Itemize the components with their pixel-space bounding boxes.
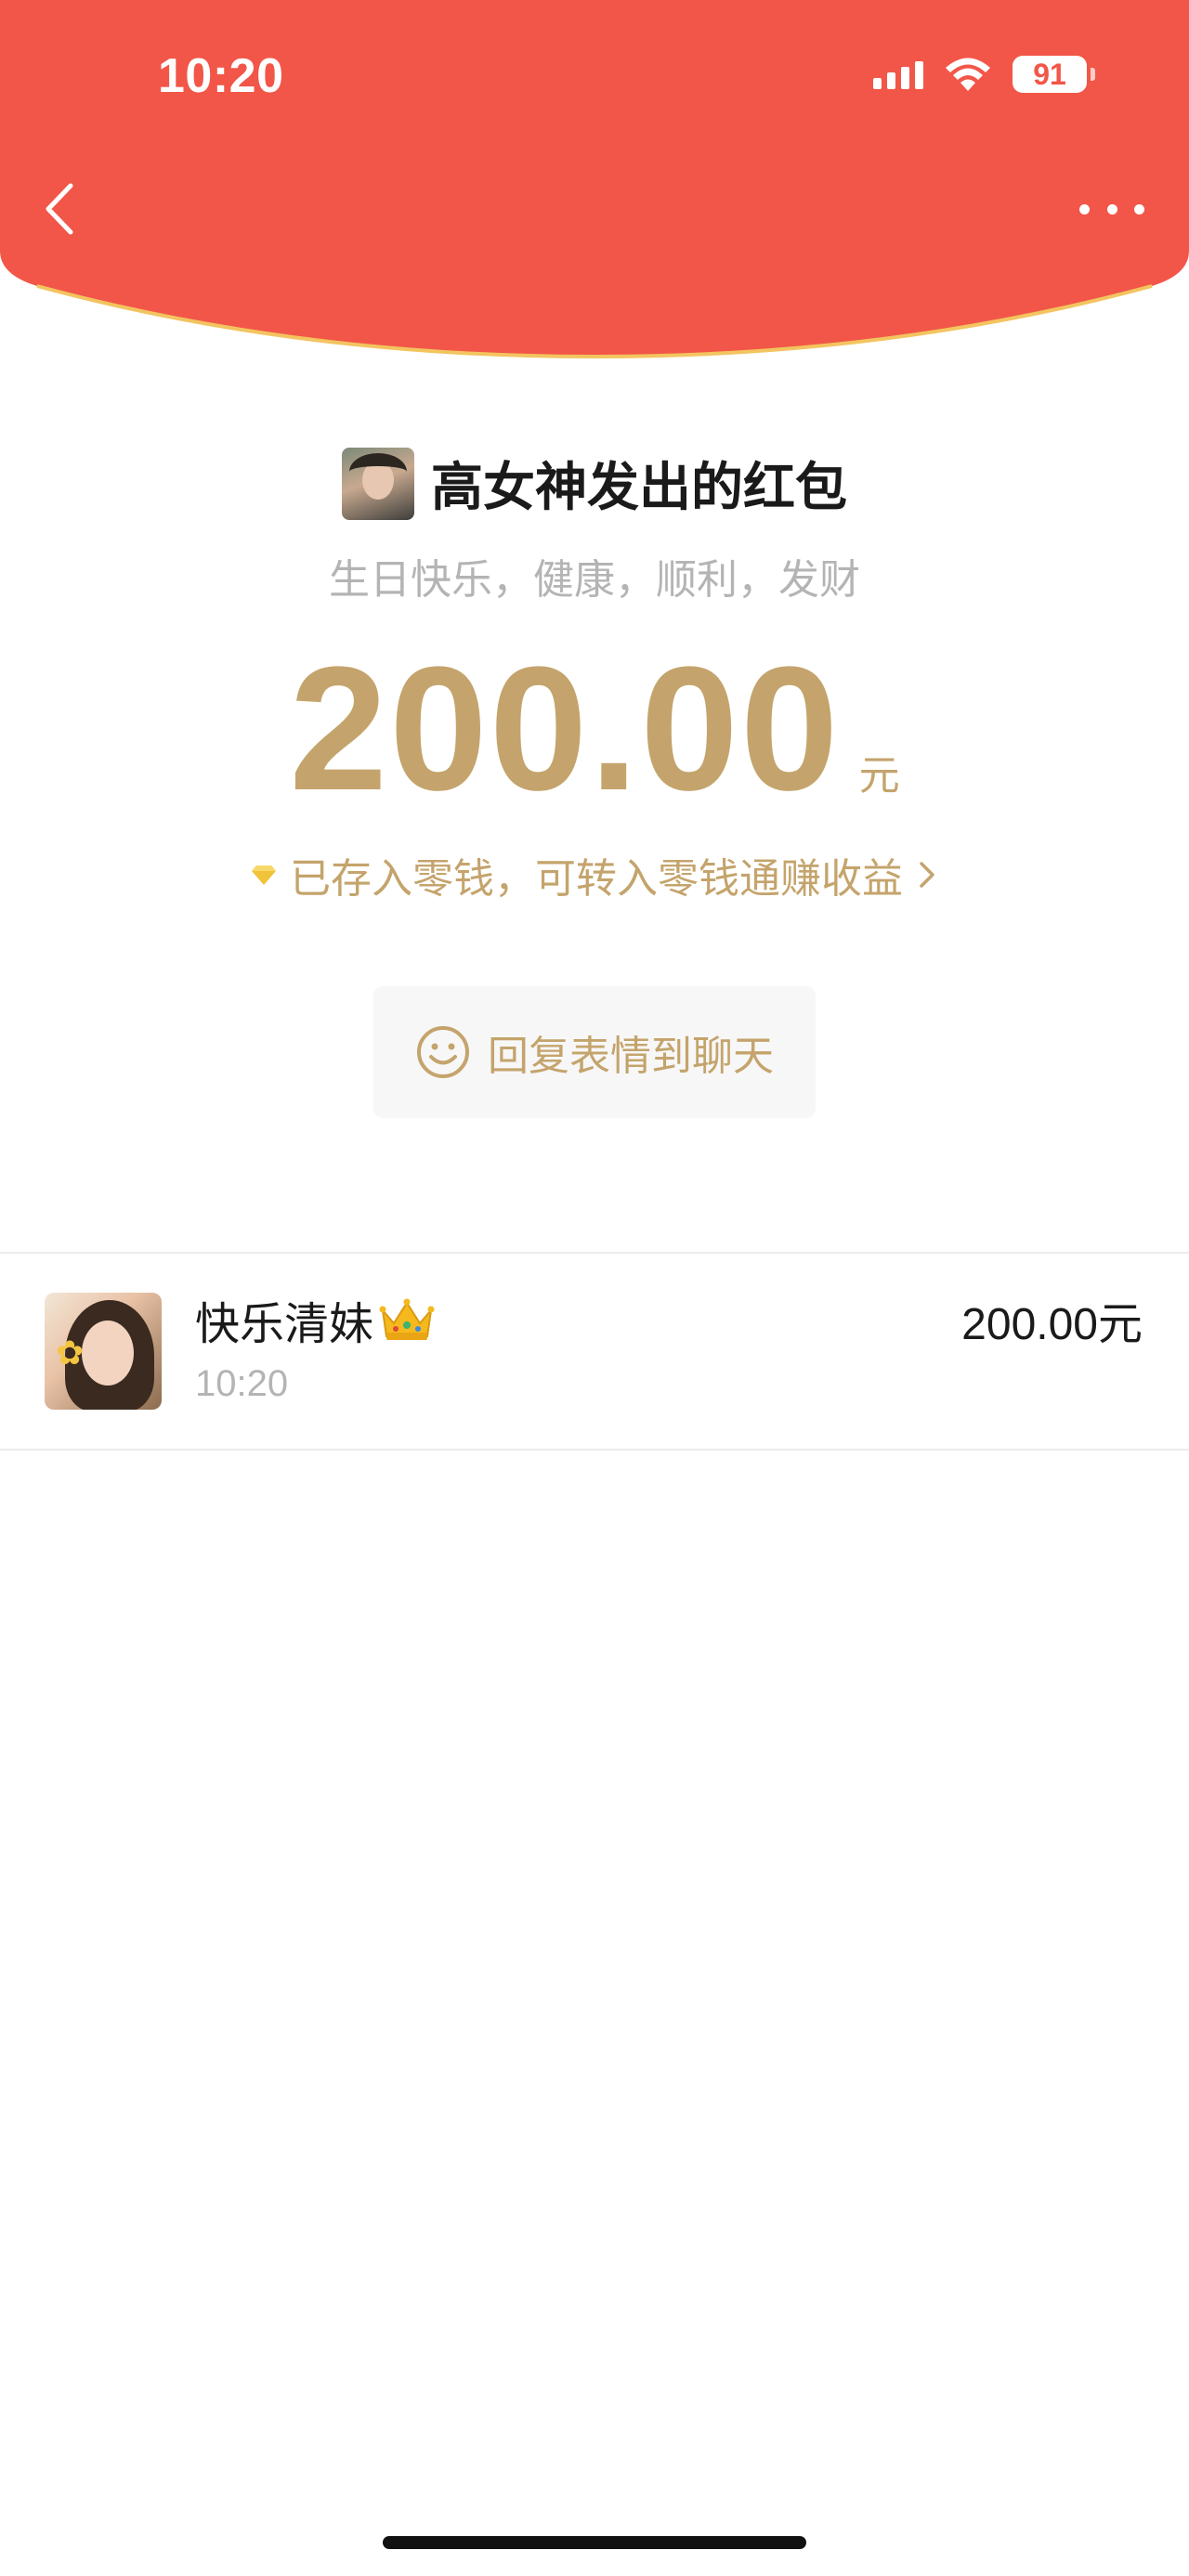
more-horizontal-icon xyxy=(1079,203,1090,215)
flower-icon: ✿ xyxy=(56,1334,85,1372)
diamond-icon xyxy=(252,865,276,885)
chevron-left-icon xyxy=(46,183,73,235)
cellular-signal-icon xyxy=(873,59,923,89)
status-icons: 91 xyxy=(873,56,1095,93)
deposit-link[interactable]: 已存入零钱，可转入零钱通赚收益 xyxy=(0,845,1189,904)
avatar-face xyxy=(82,1321,134,1386)
status-time: 10:20 xyxy=(158,49,284,103)
blessing-message: 生日快乐，健康，顺利，发财 xyxy=(329,557,860,603)
more-options-button[interactable] xyxy=(1079,186,1144,232)
amount-unit: 元 xyxy=(858,753,900,799)
receive-time: 10:20 xyxy=(195,1363,289,1404)
smiley-icon xyxy=(417,1026,469,1078)
divider xyxy=(0,1449,1189,1451)
receiver-avatar[interactable]: ✿ xyxy=(45,1293,162,1410)
amount-row: 200.00 元 xyxy=(0,641,1189,817)
home-indicator[interactable] xyxy=(383,2536,806,2549)
sender-row: 高女神发出的红包 xyxy=(0,446,1189,521)
reply-emoji-button[interactable]: 回复表情到聊天 xyxy=(373,986,816,1118)
sender-avatar[interactable] xyxy=(342,447,414,520)
reply-emoji-label: 回复表情到聊天 xyxy=(488,1034,774,1079)
received-amount: 200.00 xyxy=(289,631,841,827)
battery-level: 91 xyxy=(1033,57,1066,91)
chevron-right-icon xyxy=(920,862,934,888)
deposit-link-text: 已存入零钱，可转入零钱通赚收益 xyxy=(290,856,903,902)
more-dot xyxy=(1134,203,1144,215)
back-button[interactable] xyxy=(37,176,93,241)
more-dot xyxy=(1106,203,1117,215)
list-item[interactable]: ✿ 快乐清妹 10:20 200.00元 xyxy=(0,1254,1189,1449)
receiver-name-row: 快乐清妹 xyxy=(195,1287,437,1352)
receiver-name: 快乐清妹 xyxy=(195,1300,374,1349)
battery-icon: 91 xyxy=(1013,56,1095,93)
receive-amount: 200.00元 xyxy=(961,1300,1143,1349)
sender-title: 高女神发出的红包 xyxy=(431,458,847,516)
crown-icon xyxy=(379,1298,435,1340)
wifi-icon xyxy=(946,58,990,91)
